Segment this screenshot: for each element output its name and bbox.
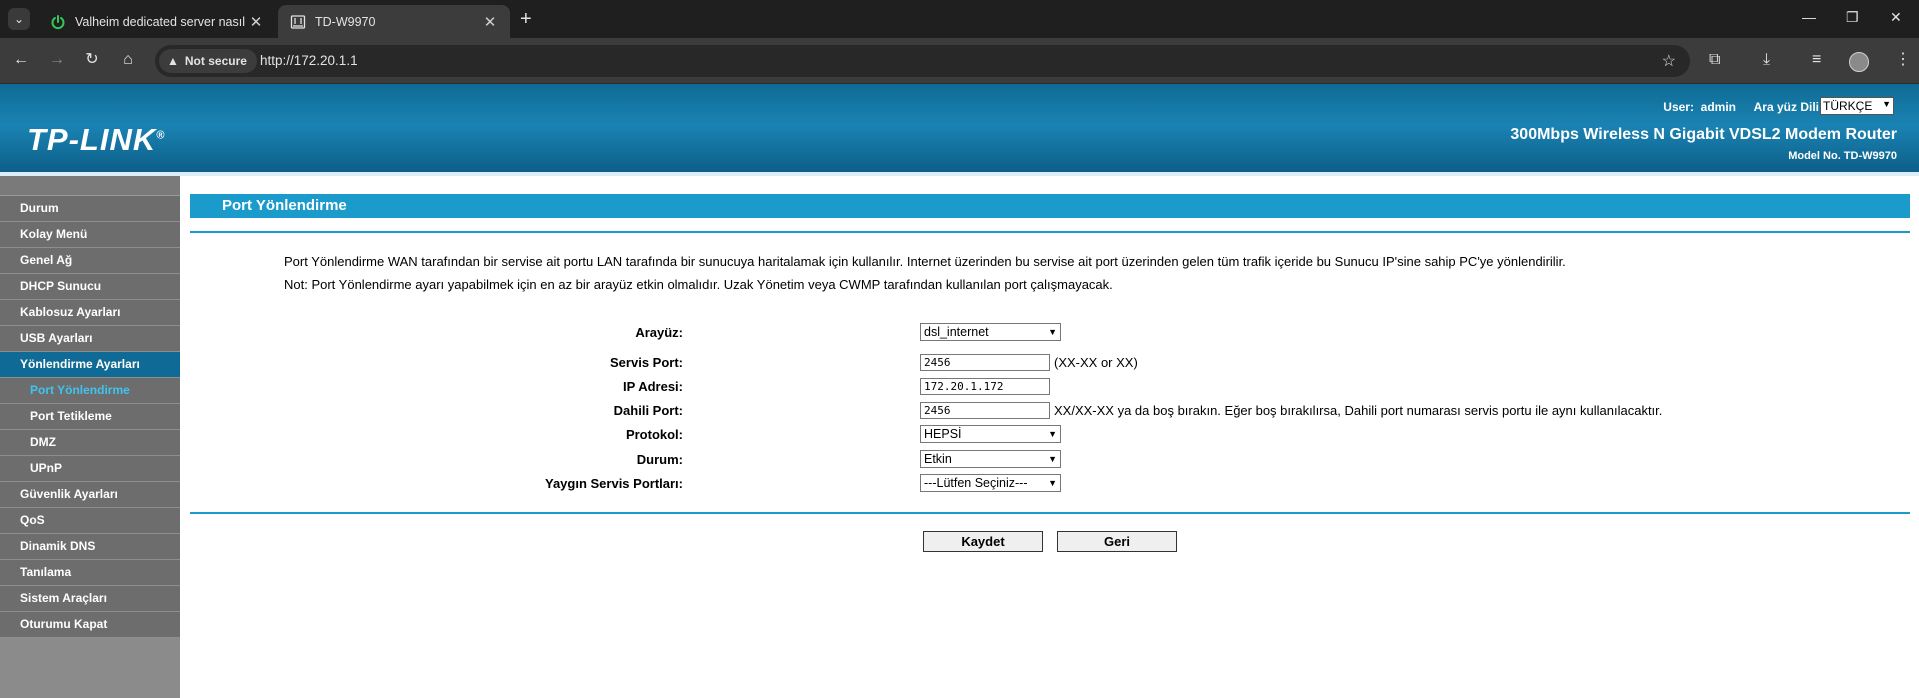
home-icon[interactable]: ⌂ bbox=[118, 50, 138, 70]
url-text[interactable]: http://172.20.1.1 bbox=[260, 53, 358, 68]
title-divider bbox=[190, 231, 1910, 233]
common-ports-row: Yaygın Servis Portları: ---Lütfen Seçini… bbox=[180, 474, 1919, 494]
common-ports-label: Yaygın Servis Portları: bbox=[544, 476, 683, 491]
sidebar-item-tanilama[interactable]: Tanılama bbox=[0, 560, 180, 586]
router-page-icon bbox=[290, 14, 306, 30]
tplink-logo: TP-LINK® bbox=[27, 122, 166, 157]
ip-address-label: IP Adresi: bbox=[623, 379, 683, 394]
download-icon[interactable]: ⤓ bbox=[1763, 50, 1770, 70]
internal-port-hint: XX/XX-XX ya da boş bırakın. Eğer boş bır… bbox=[1054, 403, 1663, 418]
status-select[interactable]: Etkin ▼ bbox=[920, 450, 1061, 468]
restore-icon[interactable]: ❐ bbox=[1846, 9, 1859, 26]
close-window-icon[interactable]: ✕ bbox=[1890, 9, 1902, 26]
protocol-label: Protokol: bbox=[625, 427, 683, 442]
form-divider bbox=[190, 512, 1910, 514]
sidebar-item-usb-ayarlari[interactable]: USB Ayarları bbox=[0, 326, 180, 352]
back-button[interactable]: Geri bbox=[1057, 531, 1177, 552]
forward-arrow-icon[interactable]: → bbox=[47, 50, 67, 70]
tab-title: TD-W9970 bbox=[315, 14, 376, 29]
model-title: 300Mbps Wireless N Gigabit VDSL2 Modem R… bbox=[1510, 126, 1897, 143]
language-select[interactable]: TÜRKÇE ▼ bbox=[1820, 97, 1894, 115]
internal-port-row: Dahili Port: XX/XX-XX ya da boş bırakın.… bbox=[180, 401, 1919, 421]
sidebar-item-qos[interactable]: QoS bbox=[0, 508, 180, 534]
sidebar-item-upnp[interactable]: UPnP bbox=[0, 456, 180, 482]
status-row: Durum: Etkin ▼ bbox=[180, 450, 1919, 470]
reload-icon[interactable]: ↻ bbox=[82, 50, 102, 70]
router-header: TP-LINK® User: admin Ara yüz Dili TÜRKÇE… bbox=[0, 84, 1919, 176]
user-info: User: admin bbox=[1663, 100, 1736, 114]
description-text: Port Yönlendirme WAN tarafından bir serv… bbox=[284, 254, 1566, 269]
sidebar-item-port-yonlendirme[interactable]: Port Yönlendirme bbox=[0, 378, 180, 404]
note-text: Not: Port Yönlendirme ayarı yapabilmek i… bbox=[284, 277, 1113, 292]
service-port-label: Servis Port: bbox=[610, 355, 683, 370]
browser-tab-strip: ⌄ Valheim dedicated server nasıl k ✕ TD-… bbox=[0, 0, 1919, 38]
sidebar-item-guvenlik-ayarlari[interactable]: Güvenlik Ayarları bbox=[0, 482, 180, 508]
tab-search-chevron-icon[interactable]: ⌄ bbox=[8, 8, 30, 30]
sidebar-item-kolay-menu[interactable]: Kolay Menü bbox=[0, 222, 180, 248]
sidebar-item-yonlendirme-ayarlari[interactable]: Yönlendirme Ayarları bbox=[0, 352, 180, 378]
service-port-input[interactable] bbox=[920, 354, 1050, 371]
protocol-select[interactable]: HEPSİ ▼ bbox=[920, 425, 1061, 443]
sidebar-item-durum[interactable]: Durum bbox=[0, 196, 180, 222]
ip-address-input[interactable] bbox=[920, 378, 1050, 395]
service-port-row: Servis Port: (XX-XX or XX) bbox=[180, 353, 1919, 373]
model-number: Model No. TD-W9970 bbox=[1788, 150, 1897, 162]
browser-toolbar: ← → ↻ ⌂ ▲ Not secure http://172.20.1.1 ☆… bbox=[0, 38, 1919, 84]
user-name: admin bbox=[1700, 100, 1736, 114]
sidebar-spacer bbox=[0, 176, 180, 196]
chevron-down-icon: ▼ bbox=[1048, 478, 1057, 488]
interface-label: Arayüz: bbox=[635, 325, 683, 340]
browser-tab-valheim[interactable]: Valheim dedicated server nasıl k ✕ bbox=[38, 5, 276, 38]
common-ports-select[interactable]: ---Lütfen Seçiniz--- ▼ bbox=[920, 474, 1061, 492]
save-button[interactable]: Kaydet bbox=[923, 531, 1043, 552]
status-label: Durum: bbox=[636, 452, 683, 467]
ip-address-row: IP Adresi: bbox=[180, 377, 1919, 397]
sidebar-item-dinamik-dns[interactable]: Dinamik DNS bbox=[0, 534, 180, 560]
service-port-hint: (XX-XX or XX) bbox=[1054, 355, 1138, 370]
power-icon bbox=[50, 14, 66, 30]
sidebar-footer bbox=[0, 638, 180, 698]
main-content: Port Yönlendirme Port Yönlendirme WAN ta… bbox=[180, 176, 1919, 671]
security-label: Not secure bbox=[184, 54, 247, 68]
page-title: Port Yönlendirme bbox=[190, 194, 1910, 218]
new-tab-icon[interactable]: + bbox=[520, 8, 532, 30]
protocol-row: Protokol: HEPSİ ▼ bbox=[180, 425, 1919, 445]
back-arrow-icon[interactable]: ← bbox=[11, 50, 31, 70]
sidebar-item-dmz[interactable]: DMZ bbox=[0, 430, 180, 456]
sidebar-item-oturumu-kapat[interactable]: Oturumu Kapat bbox=[0, 612, 180, 638]
close-tab-icon[interactable]: ✕ bbox=[248, 13, 264, 31]
internal-port-label: Dahili Port: bbox=[613, 403, 683, 418]
sidebar-item-dhcp-sunucu[interactable]: DHCP Sunucu bbox=[0, 274, 180, 300]
reading-list-icon[interactable]: ≡ bbox=[1812, 50, 1821, 70]
sidebar-item-sistem-araclari[interactable]: Sistem Araçları bbox=[0, 586, 180, 612]
chevron-down-icon: ▼ bbox=[1048, 454, 1057, 464]
chevron-down-icon: ▼ bbox=[1882, 99, 1891, 109]
chevron-down-icon: ▼ bbox=[1048, 429, 1057, 439]
menu-kebab-icon[interactable]: ⋮ bbox=[1895, 50, 1911, 70]
internal-port-input[interactable] bbox=[920, 402, 1050, 419]
sidebar-item-kablosuz-ayarlari[interactable]: Kablosuz Ayarları bbox=[0, 300, 180, 326]
browser-tab-td-w9970[interactable]: TD-W9970 ✕ bbox=[278, 5, 510, 38]
tab-title: Valheim dedicated server nasıl k bbox=[75, 14, 248, 29]
chevron-down-icon: ▼ bbox=[1048, 327, 1057, 337]
extensions-icon[interactable]: ⧉ bbox=[1709, 50, 1720, 70]
minimize-icon[interactable]: — bbox=[1802, 9, 1816, 25]
sidebar-menu: Durum Kolay Menü Genel Ağ DHCP Sunucu Ka… bbox=[0, 176, 180, 698]
profile-avatar[interactable] bbox=[1849, 52, 1869, 72]
sidebar-item-port-tetikleme[interactable]: Port Tetikleme bbox=[0, 404, 180, 430]
address-bar[interactable]: ▲ Not secure http://172.20.1.1 ☆ bbox=[155, 45, 1690, 77]
close-tab-icon[interactable]: ✕ bbox=[482, 13, 498, 31]
warning-icon: ▲ bbox=[167, 54, 179, 68]
interface-row: Arayüz: dsl_internet ▼ bbox=[180, 323, 1919, 343]
interface-select[interactable]: dsl_internet ▼ bbox=[920, 323, 1061, 341]
security-chip[interactable]: ▲ Not secure bbox=[159, 49, 257, 73]
bookmark-star-icon[interactable]: ☆ bbox=[1662, 51, 1676, 71]
language-label: Ara yüz Dili bbox=[1753, 100, 1819, 114]
sidebar-item-genel-ag[interactable]: Genel Ağ bbox=[0, 248, 180, 274]
